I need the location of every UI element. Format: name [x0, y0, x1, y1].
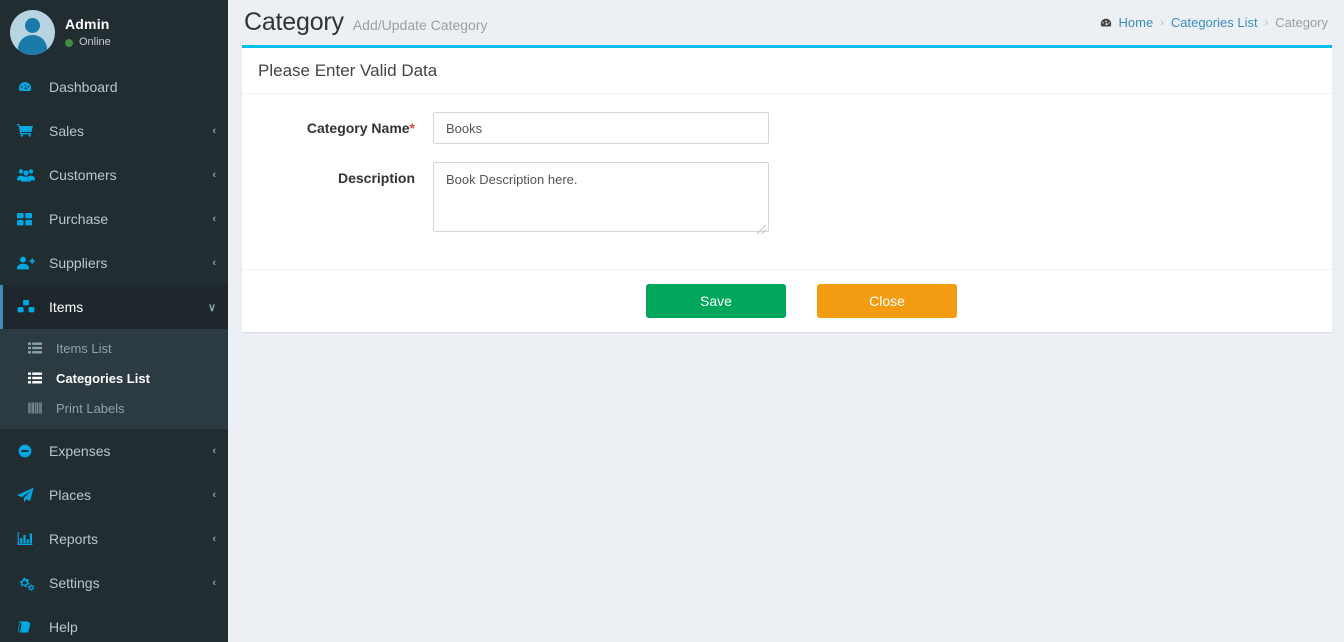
breadcrumb-separator: ›	[1160, 16, 1164, 29]
user-avatar-icon	[10, 10, 55, 55]
category-name-input[interactable]	[433, 112, 769, 144]
sidebar-item-label: Customers	[49, 167, 117, 183]
sidebar-subitem-label: Categories List	[56, 370, 150, 386]
chevron-icon: ‹	[212, 489, 216, 501]
category-name-label: Category Name*	[258, 112, 433, 136]
description-label: Description	[337, 170, 415, 186]
chevron-icon: ‹	[212, 533, 216, 545]
online-status-dot-icon	[65, 38, 73, 47]
minus-circle-icon	[17, 443, 39, 459]
dashboard-icon	[17, 79, 39, 95]
sidebar-item-label: Dashboard	[49, 79, 118, 95]
book-icon	[17, 619, 39, 635]
app-root: Admin Online Dashboard Sales ‹ Customers…	[0, 0, 1344, 642]
page-title: Category	[244, 8, 344, 36]
sidebar: Admin Online Dashboard Sales ‹ Customers…	[0, 0, 228, 642]
breadcrumb-current: Category	[1275, 15, 1328, 30]
chevron-down-icon: ∨	[207, 301, 216, 314]
sidebar-subitem-label: Items List	[56, 340, 112, 356]
cubes-icon	[17, 299, 39, 315]
chevron-icon: ‹	[212, 445, 216, 457]
sidebar-item-label: Settings	[49, 575, 100, 591]
sidebar-item-expenses[interactable]: Expenses ‹	[0, 429, 228, 473]
user-panel: Admin Online	[0, 0, 228, 65]
user-status-label: Online	[79, 36, 111, 49]
category-form-card: Please Enter Valid Data Category Name* D…	[242, 45, 1332, 332]
card-footer: Save Close	[242, 269, 1332, 332]
dashboard-icon	[1099, 16, 1113, 30]
sidebar-item-customers[interactable]: Customers ‹	[0, 153, 228, 197]
close-button[interactable]: Close	[817, 284, 957, 318]
bar-chart-icon	[17, 531, 39, 547]
sidebar-item-places[interactable]: Places ‹	[0, 473, 228, 517]
sidebar-item-items[interactable]: Items ∨	[0, 285, 228, 329]
chevron-icon: ‹	[212, 213, 216, 225]
breadcrumb-home-link[interactable]: Home	[1119, 15, 1154, 30]
chevron-icon: ‹	[212, 257, 216, 269]
list-icon	[28, 342, 48, 354]
sidebar-nav: Dashboard Sales ‹ Customers ‹ Purchase ‹…	[0, 65, 228, 642]
grid-icon	[17, 211, 39, 227]
paper-plane-icon	[17, 487, 39, 503]
sidebar-item-label: Expenses	[49, 443, 111, 459]
breadcrumb-separator: ›	[1264, 16, 1269, 29]
breadcrumb-categories-list-link[interactable]: Categories List	[1171, 15, 1258, 30]
content-header: Category Add/Update Category Home › Cate…	[228, 0, 1344, 45]
barcode-icon	[28, 402, 48, 414]
category-name-label-text: Category Name	[306, 120, 410, 136]
sidebar-item-label: Places	[49, 487, 92, 503]
sidebar-item-label: Items	[49, 299, 84, 315]
sidebar-item-categories-list[interactable]: Categories List	[0, 363, 228, 393]
sidebar-item-print-labels[interactable]: Print Labels	[0, 393, 228, 423]
chevron-icon: ‹	[212, 577, 216, 589]
user-name: Admin	[65, 16, 110, 33]
cart-icon	[17, 123, 39, 139]
form-row-description: Description	[258, 162, 1316, 237]
sidebar-item-label: Purchase	[49, 211, 109, 227]
card-body: Category Name* Description	[242, 94, 1332, 269]
form-row-category-name: Category Name*	[258, 112, 1316, 144]
sidebar-item-label: Sales	[49, 123, 85, 139]
sidebar-item-reports[interactable]: Reports ‹	[0, 517, 228, 561]
gears-icon	[17, 575, 39, 591]
user-status: Online	[65, 36, 111, 49]
main-content: Category Add/Update Category Home › Cate…	[228, 0, 1344, 642]
chevron-icon: ‹	[212, 169, 216, 181]
user-plus-icon	[17, 255, 39, 271]
sidebar-item-items-list[interactable]: Items List	[0, 333, 228, 363]
sidebar-item-sales[interactable]: Sales ‹	[0, 109, 228, 153]
sidebar-submenu-items: Items List Categories List Print Labels	[0, 329, 228, 429]
sidebar-item-settings[interactable]: Settings ‹	[0, 561, 228, 605]
sidebar-item-label: Reports	[49, 531, 99, 547]
card-header: Please Enter Valid Data	[242, 48, 1332, 94]
sidebar-item-label: Suppliers	[49, 255, 108, 271]
card-title: Please Enter Valid Data	[258, 61, 438, 80]
breadcrumb: Home › Categories List › Category	[1099, 15, 1328, 30]
required-marker: *	[409, 120, 415, 136]
sidebar-item-dashboard[interactable]: Dashboard	[0, 65, 228, 109]
sidebar-item-purchase[interactable]: Purchase ‹	[0, 197, 228, 241]
page-subtitle: Add/Update Category	[352, 17, 488, 33]
sidebar-item-suppliers[interactable]: Suppliers ‹	[0, 241, 228, 285]
users-icon	[17, 167, 39, 183]
save-button[interactable]: Save	[646, 284, 786, 318]
chevron-icon: ‹	[212, 125, 216, 137]
list-icon	[28, 372, 48, 384]
sidebar-item-label: Help	[49, 619, 78, 635]
sidebar-item-help[interactable]: Help	[0, 605, 228, 642]
description-textarea[interactable]	[433, 162, 769, 232]
sidebar-subitem-label: Print Labels	[56, 400, 125, 416]
